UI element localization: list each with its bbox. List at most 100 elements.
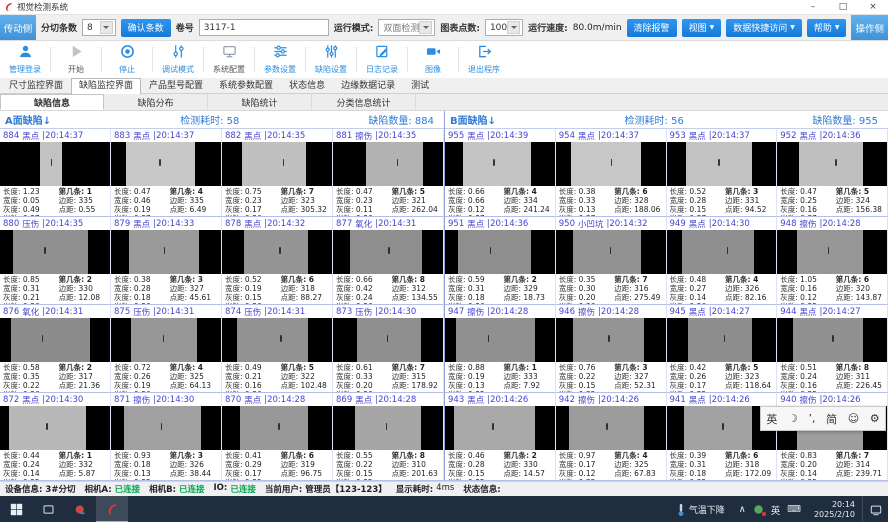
defect-cell[interactable]: 884黑点|20:14:37长度: 1.23宽度: 0.05灰度: 0.49米数… bbox=[0, 129, 111, 217]
defect-cell[interactable]: 954黑点|20:14:37长度: 0.38宽度: 0.33灰度: 0.13米数… bbox=[556, 129, 667, 217]
defect-image[interactable] bbox=[556, 406, 666, 450]
defect-image[interactable] bbox=[222, 142, 332, 186]
defect-image[interactable] bbox=[0, 406, 110, 450]
defect-image[interactable] bbox=[445, 318, 555, 362]
defect-image[interactable] bbox=[0, 142, 110, 186]
defect-image[interactable] bbox=[556, 230, 666, 274]
panel-b-title[interactable]: B面缺陷↓ bbox=[450, 112, 496, 127]
defect-image[interactable] bbox=[111, 142, 221, 186]
defect-image[interactable] bbox=[111, 318, 221, 362]
defect-cell[interactable]: 945黑点|20:14:27长度: 0.42宽度: 0.26灰度: 0.17米数… bbox=[667, 305, 778, 393]
panel-a-title[interactable]: A面缺陷↓ bbox=[5, 112, 51, 127]
maximize-button[interactable]: □ bbox=[828, 0, 858, 14]
minimize-button[interactable]: – bbox=[798, 0, 828, 14]
defect-cell[interactable]: 877氧化|20:14:31长度: 0.66宽度: 0.42灰度: 0.24米数… bbox=[333, 217, 444, 305]
defect-image[interactable] bbox=[556, 318, 666, 362]
tray-notification-icon[interactable] bbox=[753, 504, 764, 515]
subtab-3[interactable]: 分类信息统计 bbox=[312, 94, 416, 110]
defect-image[interactable] bbox=[333, 318, 443, 362]
defect-image[interactable] bbox=[0, 230, 110, 274]
defect-cell[interactable]: 875压伤|20:14:31长度: 0.72宽度: 0.26灰度: 0.19米数… bbox=[111, 305, 222, 393]
toolbar-button-stop[interactable]: 停止 bbox=[104, 41, 150, 78]
tab-2[interactable]: 产品型号配置 bbox=[141, 78, 211, 93]
subtab-2[interactable]: 缺陷统计 bbox=[208, 94, 312, 110]
defect-cell[interactable]: 879黑点|20:14:33长度: 0.38宽度: 0.28灰度: 0.18米数… bbox=[111, 217, 222, 305]
toolbar-button-play[interactable]: 开始 bbox=[53, 41, 99, 78]
defect-image[interactable] bbox=[333, 406, 443, 450]
defect-image[interactable] bbox=[222, 318, 332, 362]
defect-cell[interactable]: 951黑点|20:14:36长度: 0.59宽度: 0.31灰度: 0.18米数… bbox=[445, 217, 556, 305]
run-mode-select[interactable]: 双面检测 bbox=[378, 19, 435, 36]
defect-cell[interactable]: 952黑点|20:14:36长度: 0.47宽度: 0.25灰度: 0.16米数… bbox=[777, 129, 888, 217]
defect-image[interactable] bbox=[222, 230, 332, 274]
defect-cell[interactable]: 874压伤|20:14:31长度: 0.49宽度: 0.21灰度: 0.16米数… bbox=[222, 305, 333, 393]
action-center-button[interactable] bbox=[862, 496, 888, 522]
touch-keyboard-icon[interactable]: ⌨ bbox=[787, 504, 801, 515]
defect-cell[interactable]: 882黑点|20:14:35长度: 0.75宽度: 0.23灰度: 0.17米数… bbox=[222, 129, 333, 217]
defect-image[interactable] bbox=[445, 142, 555, 186]
defect-cell[interactable]: 873压伤|20:14:30长度: 0.61宽度: 0.33灰度: 0.20米数… bbox=[333, 305, 444, 393]
confirm-count-button[interactable]: 确认条数 bbox=[121, 19, 171, 37]
help-menu-button[interactable]: 帮助 ▼ bbox=[807, 19, 847, 37]
defect-image[interactable] bbox=[222, 406, 332, 450]
slit-count-select[interactable]: 8 bbox=[82, 19, 116, 36]
ime-simplified-toggle[interactable]: 简 bbox=[826, 411, 837, 427]
defect-image[interactable] bbox=[777, 142, 887, 186]
close-button[interactable]: × bbox=[858, 0, 888, 14]
tab-6[interactable]: 测试 bbox=[403, 78, 437, 93]
defect-cell[interactable]: 869黑点|20:14:28长度: 0.55宽度: 0.22灰度: 0.15米数… bbox=[333, 393, 444, 481]
ime-punctuation-toggle[interactable]: ’, bbox=[808, 412, 815, 425]
ime-language-indicator[interactable]: 英 bbox=[771, 503, 781, 517]
view-menu-button[interactable]: 视图 ▼ bbox=[682, 19, 722, 37]
ime-emoji-icon[interactable]: ☺ bbox=[848, 412, 859, 425]
defect-image[interactable] bbox=[445, 230, 555, 274]
defect-cell[interactable]: 943黑点|20:14:26长度: 0.46宽度: 0.28灰度: 0.15米数… bbox=[445, 393, 556, 481]
toolbar-button-defect[interactable]: 缺陷设置 bbox=[308, 41, 354, 78]
pinned-app-button[interactable] bbox=[64, 496, 96, 522]
defect-cell[interactable]: 955黑点|20:14:39长度: 0.66宽度: 0.66灰度: 0.12米数… bbox=[445, 129, 556, 217]
defect-image[interactable] bbox=[333, 142, 443, 186]
defect-cell[interactable]: 950小凹坑|20:14:32长度: 0.35宽度: 0.30灰度: 0.20米… bbox=[556, 217, 667, 305]
ime-halfwidth-moon-icon[interactable]: ☽ bbox=[788, 412, 798, 425]
toolbar-button-monitor[interactable]: 系统配置 bbox=[206, 41, 252, 78]
subtab-1[interactable]: 缺陷分布 bbox=[104, 94, 208, 110]
taskbar-clock[interactable]: 20:14 2025/2/10 bbox=[807, 500, 862, 520]
defect-image[interactable] bbox=[111, 230, 221, 274]
weather-widget[interactable]: 气温下降 bbox=[668, 503, 733, 517]
defect-cell[interactable]: 942擦伤|20:14:26长度: 0.97宽度: 0.17灰度: 0.12米数… bbox=[556, 393, 667, 481]
ime-lang-toggle[interactable]: 英 bbox=[766, 411, 777, 427]
defect-cell[interactable]: 944黑点|20:14:27长度: 0.51宽度: 0.24灰度: 0.16米数… bbox=[777, 305, 888, 393]
defect-cell[interactable]: 876氧化|20:14:31长度: 0.58宽度: 0.35灰度: 0.22米数… bbox=[0, 305, 111, 393]
defect-image[interactable] bbox=[0, 318, 110, 362]
defect-image[interactable] bbox=[667, 230, 777, 274]
defect-cell[interactable]: 953黑点|20:14:37长度: 0.52宽度: 0.28灰度: 0.15米数… bbox=[667, 129, 778, 217]
tab-3[interactable]: 系统参数配置 bbox=[211, 78, 281, 93]
toolbar-button-debug[interactable]: 调试模式 bbox=[155, 41, 201, 78]
tray-expand-chevron[interactable]: ∧ bbox=[739, 504, 746, 515]
defect-image[interactable] bbox=[333, 230, 443, 274]
transmission-side-button[interactable]: 传动侧 bbox=[0, 15, 36, 40]
toolbar-button-user[interactable]: 管理登录 bbox=[2, 41, 48, 78]
task-view-button[interactable] bbox=[32, 496, 64, 522]
subtab-0[interactable]: 缺陷信息 bbox=[0, 94, 104, 110]
defect-image[interactable] bbox=[667, 142, 777, 186]
defect-image[interactable] bbox=[556, 142, 666, 186]
ime-settings-gear-icon[interactable]: ⚙ bbox=[870, 412, 880, 425]
tab-5[interactable]: 边缘数据记录 bbox=[333, 78, 403, 93]
defect-cell[interactable]: 880压伤|20:14:35长度: 0.85宽度: 0.31灰度: 0.21米数… bbox=[0, 217, 111, 305]
clear-alarm-button[interactable]: 清除报警 bbox=[627, 19, 677, 37]
chart-points-select[interactable]: 100 bbox=[485, 19, 523, 36]
toolbar-button-exit[interactable]: 退出程序 bbox=[461, 41, 507, 78]
defect-cell[interactable]: 883黑点|20:14:37长度: 0.47宽度: 0.46灰度: 0.19米数… bbox=[111, 129, 222, 217]
toolbar-button-params[interactable]: 参数设置 bbox=[257, 41, 303, 78]
defect-cell[interactable]: 872黑点|20:14:30长度: 0.44宽度: 0.24灰度: 0.14米数… bbox=[0, 393, 111, 481]
defect-cell[interactable]: 948擦伤|20:14:28长度: 1.05宽度: 0.16灰度: 0.12米数… bbox=[777, 217, 888, 305]
tab-1[interactable]: 缺陷监控界面 bbox=[71, 78, 141, 94]
roll-number-input[interactable] bbox=[199, 19, 329, 36]
defect-cell[interactable]: 949黑点|20:14:30长度: 0.48宽度: 0.27灰度: 0.14米数… bbox=[667, 217, 778, 305]
toolbar-button-log[interactable]: 日志记录 bbox=[359, 41, 405, 78]
defect-image[interactable] bbox=[777, 318, 887, 362]
defect-cell[interactable]: 871擦伤|20:14:30长度: 0.93宽度: 0.18灰度: 0.13米数… bbox=[111, 393, 222, 481]
data-quick-access-button[interactable]: 数据快捷访问 ▼ bbox=[726, 19, 802, 37]
defect-cell[interactable]: 946擦伤|20:14:28长度: 0.76宽度: 0.22灰度: 0.15米数… bbox=[556, 305, 667, 393]
